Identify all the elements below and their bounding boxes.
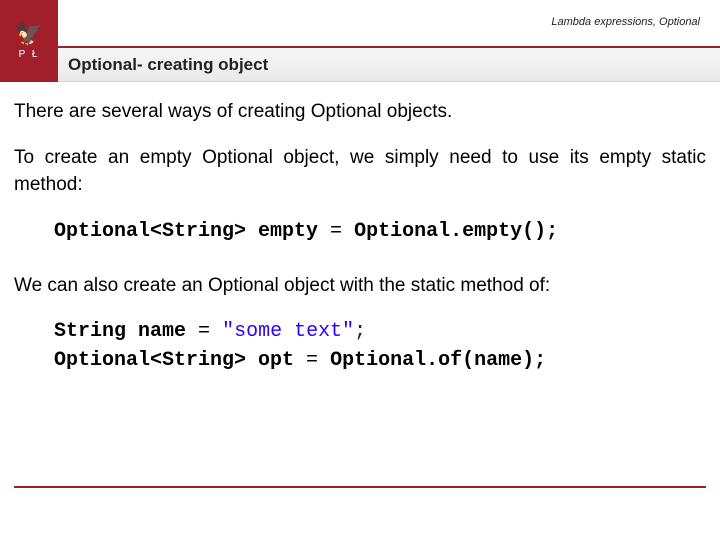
code-block-empty: Optional<String> empty = Optional.empty(… [54, 217, 706, 246]
paragraph-of: We can also create an Optional object wi… [14, 272, 706, 300]
code-text [210, 320, 222, 343]
header: 🦅 P Ł Lambda expressions, Optional Optio… [0, 0, 720, 82]
code-text: String name [54, 320, 198, 343]
code-text: Optional<String> empty [54, 220, 330, 243]
code-text: Optional<String> opt [54, 349, 306, 372]
code-text: ; [354, 320, 366, 343]
slide-title: Optional- creating object [68, 55, 268, 75]
breadcrumb: Lambda expressions, Optional [551, 16, 700, 28]
eagle-icon: 🦅 [15, 23, 42, 45]
paragraph-empty: To create an empty Optional object, we s… [14, 144, 706, 199]
footer-divider [14, 486, 706, 488]
code-text: Optional.empty(); [342, 220, 558, 243]
title-bar: Optional- creating object [58, 46, 720, 82]
institution-logo: 🦅 P Ł [0, 0, 58, 82]
code-op: = [198, 320, 210, 343]
slide: 🦅 P Ł Lambda expressions, Optional Optio… [0, 0, 720, 540]
code-op: = [330, 220, 342, 243]
content: There are several ways of creating Optio… [0, 82, 720, 375]
logo-letters: P Ł [19, 49, 40, 60]
code-string: "some text" [222, 320, 354, 343]
paragraph-intro: There are several ways of creating Optio… [14, 98, 706, 126]
code-text: Optional.of(name); [318, 349, 546, 372]
code-block-of: String name = "some text"; Optional<Stri… [54, 317, 706, 375]
code-op: = [306, 349, 318, 372]
